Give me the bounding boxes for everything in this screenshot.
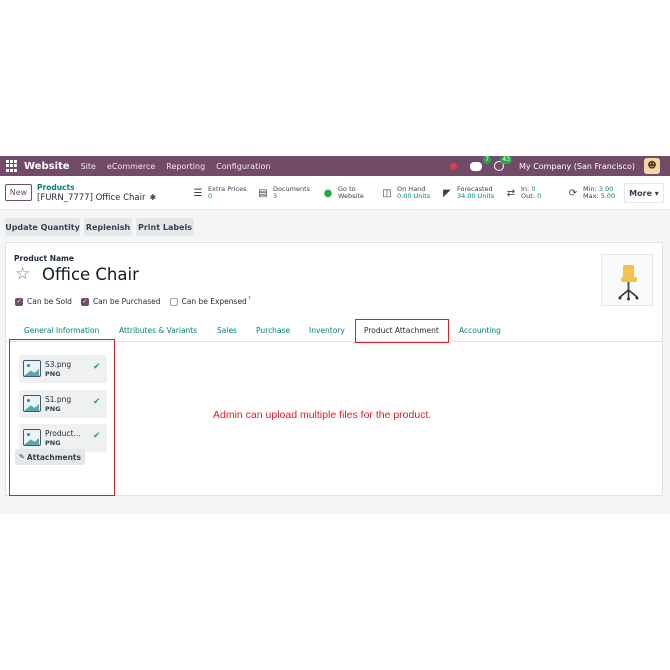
control-panel: New Products [FURN_7777] Office Chair ✱ ☰… <box>0 176 670 210</box>
product-flags: ✓ Can be Sold ✓ Can be Purchased Can be … <box>15 296 251 306</box>
product-image[interactable] <box>601 254 653 306</box>
app-brand[interactable]: Website <box>24 161 70 172</box>
stat-value: 0.00 Units <box>397 192 431 200</box>
tab-attributes-variants[interactable]: Attributes & Variants <box>119 326 197 335</box>
favorite-star-icon[interactable]: ☆ <box>15 264 30 284</box>
stat-value: Website <box>338 192 364 200</box>
cubes-icon: ◫ <box>382 187 392 199</box>
can-be-expensed-label: Can be Expensed <box>181 297 247 306</box>
attachment-type: PNG <box>45 370 61 378</box>
attachment-type: PNG <box>45 405 61 413</box>
can-be-purchased-label: Can be Purchased <box>92 297 161 306</box>
tab-purchase[interactable]: Purchase <box>256 326 290 335</box>
gear-icon[interactable]: ✱ <box>150 193 157 202</box>
menu-site[interactable]: Site <box>81 162 96 171</box>
breadcrumb-current: [FURN_7777] Office Chair ✱ <box>37 193 156 203</box>
stat-value: 5.00 <box>600 192 616 200</box>
more-button[interactable]: More ▾ <box>624 183 664 203</box>
attachments-button[interactable]: ✎ Attachments <box>15 449 85 465</box>
image-file-icon <box>23 395 41 412</box>
check-icon: ✔ <box>93 362 101 372</box>
breadcrumb-parent[interactable]: Products <box>37 183 75 192</box>
chat-icon[interactable]: 7 <box>470 155 492 171</box>
exchange-icon: ⇄ <box>506 187 516 199</box>
new-button[interactable]: New <box>5 184 32 201</box>
check-icon: ✔ <box>93 431 101 441</box>
breadcrumb-current-label: [FURN_7777] Office Chair <box>37 193 146 203</box>
can-be-expensed-checkbox[interactable] <box>169 297 178 306</box>
tab-accounting[interactable]: Accounting <box>459 326 501 335</box>
attachment-type: PNG <box>45 439 61 447</box>
app-frame: Website Site eCommerce Reporting Configu… <box>0 155 670 514</box>
stat-extra-prices[interactable]: ☰ Extra Prices 0 <box>192 182 247 204</box>
stat-value: 0 <box>208 192 213 200</box>
activity-clock-icon[interactable]: 43 <box>494 156 513 171</box>
stat-value: 3 <box>273 192 278 200</box>
stat-value: 0 <box>537 192 542 200</box>
image-file-icon <box>23 429 41 446</box>
stat-go-to-website[interactable]: ● Go to Website <box>322 182 364 204</box>
attachment-item[interactable]: S1.png PNG ✔ <box>19 390 107 418</box>
apps-menu-icon[interactable] <box>6 160 18 172</box>
active-tab-highlight <box>355 319 449 343</box>
activity-badge: 43 <box>500 156 513 164</box>
top-navbar: Website Site eCommerce Reporting Configu… <box>0 155 670 176</box>
tab-general-information[interactable]: General Information <box>24 326 99 335</box>
document-icon: ▤ <box>258 187 268 199</box>
menu-configuration[interactable]: Configuration <box>216 162 270 171</box>
update-quantity-button[interactable]: Update Quantity <box>5 218 80 236</box>
stat-label: Out: <box>521 192 535 200</box>
attachment-item[interactable]: Product... PNG ✔ <box>19 424 107 452</box>
chat-badge: 7 <box>483 155 492 164</box>
stat-forecasted[interactable]: ◤ Forecasted 34.00 Units <box>441 182 494 204</box>
attachment-name: S3.png <box>45 360 72 369</box>
attachments-button-label: Attachments <box>26 452 81 462</box>
area-chart-icon: ◤ <box>443 187 451 199</box>
stat-label: Extra Prices <box>208 185 247 193</box>
office-chair-icon <box>618 265 639 301</box>
attachment-item[interactable]: S3.png PNG ✔ <box>19 355 107 383</box>
globe-icon: ● <box>323 187 333 199</box>
stat-value: 34.00 Units <box>457 192 495 200</box>
stat-label: Documents <box>273 185 311 193</box>
product-form-sheet: Product Name ☆ Office Chair ✓ Can be Sol… <box>5 242 663 496</box>
tab-inventory[interactable]: Inventory <box>309 326 345 335</box>
can-be-sold-checkbox[interactable]: ✓ <box>15 297 23 306</box>
menu-ecommerce[interactable]: eCommerce <box>107 162 155 171</box>
paperclip-icon: ✎ <box>19 453 25 461</box>
refresh-icon: ⟳ <box>568 187 578 199</box>
tab-sales[interactable]: Sales <box>217 326 237 335</box>
stat-min-max[interactable]: ⟳ Min: 3.00 Max: 5.00 <box>567 182 615 204</box>
list-icon: ☰ <box>193 187 203 199</box>
stat-label: Max: <box>583 192 599 200</box>
help-tooltip-icon[interactable]: ? <box>248 296 251 302</box>
product-name-label: Product Name <box>14 254 74 263</box>
annotation-note: Admin can upload multiple files for the … <box>213 409 432 421</box>
company-switcher[interactable]: My Company (San Francisco) <box>519 162 635 171</box>
attachment-name: S1.png <box>45 395 72 404</box>
print-labels-button[interactable]: Print Labels <box>136 218 194 236</box>
replenish-button[interactable]: Replenish <box>84 218 132 236</box>
check-icon: ✔ <box>93 397 101 407</box>
attachment-name: Product... <box>45 429 81 438</box>
stat-documents[interactable]: ▤ Documents 3 <box>257 182 310 204</box>
image-file-icon <box>23 360 41 377</box>
stat-in-out[interactable]: ⇄ In: 0 Out: 0 <box>505 182 541 204</box>
status-dot-icon[interactable] <box>450 162 458 170</box>
stat-on-hand[interactable]: ◫ On Hand 0.00 Units <box>381 182 430 204</box>
user-avatar[interactable]: ☻ <box>644 158 660 174</box>
can-be-purchased-checkbox[interactable]: ✓ <box>80 297 89 306</box>
can-be-sold-label: Can be Sold <box>27 297 72 306</box>
product-name-field[interactable]: Office Chair <box>42 265 139 284</box>
menu-reporting[interactable]: Reporting <box>166 162 205 171</box>
